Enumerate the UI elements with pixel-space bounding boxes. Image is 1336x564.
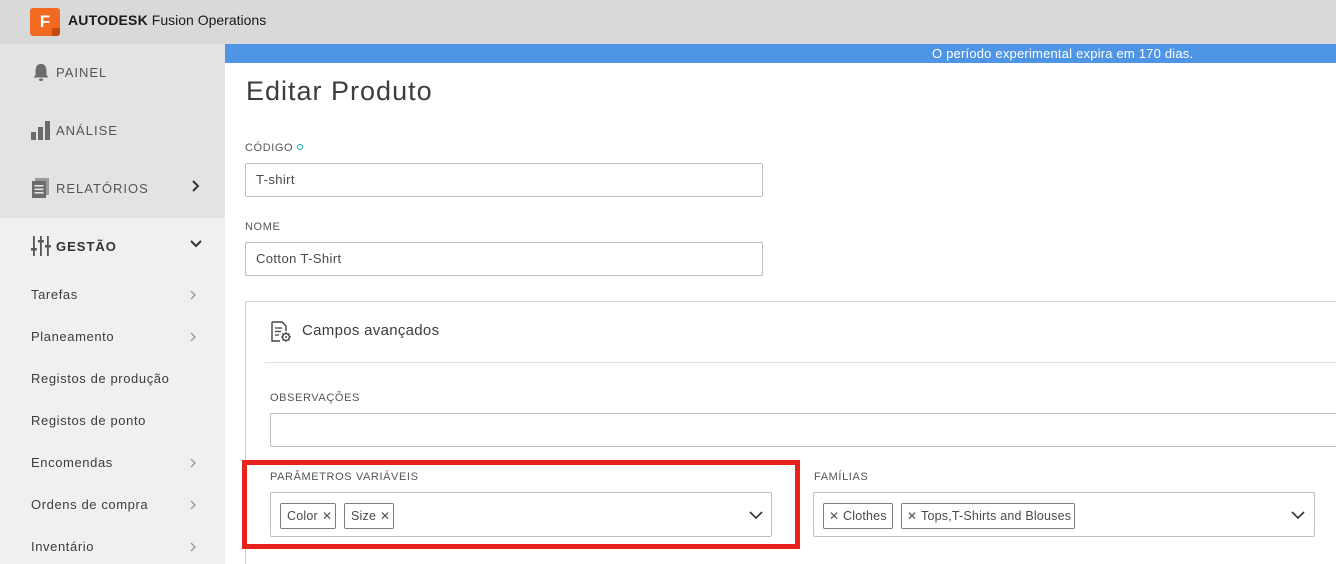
- trial-banner-text: O período experimental expira em 170 dia…: [932, 46, 1194, 61]
- remove-chip-icon[interactable]: ✕: [907, 504, 917, 528]
- sidebar-item-label: RELATÓRIOS: [56, 181, 149, 196]
- bar-chart-icon: [31, 121, 50, 140]
- name-label: NOME: [245, 221, 281, 233]
- chevron-right-icon: [190, 542, 196, 552]
- chevron-right-icon: [190, 290, 196, 300]
- document-settings-icon: [271, 321, 291, 342]
- sidebar-subitem-label: Registos de ponto: [31, 413, 146, 428]
- sidebar-subitem-planeamento[interactable]: Planeamento: [0, 316, 225, 358]
- sidebar-item-label: GESTÃO: [56, 239, 117, 254]
- sidebar-subitem-registos-producao[interactable]: Registos de produção: [0, 358, 225, 400]
- sidebar-subitem-encomendas[interactable]: Encomendas: [0, 442, 225, 484]
- top-bar: F AUTODESK Fusion Operations: [0, 0, 1336, 44]
- chip-clothes: ✕ Clothes: [823, 503, 893, 529]
- code-label: CÓDIGO: [245, 142, 304, 154]
- remove-chip-icon[interactable]: ✕: [829, 504, 839, 528]
- trial-banner: O período experimental expira em 170 dia…: [225, 44, 1336, 63]
- code-field[interactable]: T-shirt: [245, 163, 763, 197]
- code-label-text: CÓDIGO: [245, 142, 294, 154]
- sidebar-item-label: PAINEL: [56, 65, 108, 80]
- sidebar-subitem-registos-ponto[interactable]: Registos de ponto: [0, 400, 225, 442]
- sidebar-item-label: ANÁLISE: [56, 123, 118, 138]
- sidebar-subitem-inventario[interactable]: Inventário: [0, 526, 225, 564]
- page-title: Editar Produto: [246, 76, 433, 106]
- product-name: Fusion Operations: [151, 12, 267, 28]
- notes-field[interactable]: [270, 413, 1336, 447]
- sidebar-subitem-tarefas[interactable]: Tarefas: [0, 274, 225, 316]
- highlight-box: [242, 460, 800, 549]
- chevron-down-icon: [190, 240, 202, 248]
- sidebar-subitem-label: Tarefas: [31, 287, 78, 302]
- chevron-right-icon: [190, 458, 196, 468]
- sidebar-subitem-label: Inventário: [31, 539, 95, 554]
- sidebar-subitem-label: Encomendas: [31, 455, 113, 470]
- families-select[interactable]: ✕ Clothes ✕ Tops,T-Shirts and Blouses: [813, 492, 1315, 537]
- sidebar-item-relatorios[interactable]: RELATÓRIOS: [0, 160, 225, 218]
- families-label: FAMÍLIAS: [814, 471, 869, 483]
- sidebar-subitem-label: Registos de produção: [31, 371, 170, 386]
- chevron-right-icon: [190, 332, 196, 342]
- advanced-fields-title: Campos avançados: [302, 322, 440, 339]
- name-field[interactable]: Cotton T-Shirt: [245, 242, 763, 276]
- chip-label: Tops,T-Shirts and Blouses: [921, 509, 1072, 523]
- chip-label: Clothes: [843, 509, 887, 523]
- sidebar-subitem-ordens-compra[interactable]: Ordens de compra: [0, 484, 225, 526]
- sidebar-item-analise[interactable]: ANÁLISE: [0, 102, 225, 160]
- sidebar: PAINEL ANÁLISE RELATÓRIOS GESTÃO Tarefas…: [0, 44, 225, 564]
- sidebar-subitem-label: Planeamento: [31, 329, 115, 344]
- required-indicator-icon: [297, 144, 304, 150]
- sliders-icon: [31, 236, 51, 256]
- chip-tops: ✕ Tops,T-Shirts and Blouses: [901, 503, 1075, 529]
- divider: [265, 362, 1336, 363]
- sidebar-item-painel[interactable]: PAINEL: [0, 44, 225, 102]
- brand-name: AUTODESK: [68, 12, 148, 28]
- app-title: AUTODESK Fusion Operations: [68, 12, 266, 28]
- notes-label: OBSERVAÇÕES: [270, 392, 360, 404]
- chevron-right-icon: [192, 180, 200, 192]
- report-icon: [32, 178, 49, 198]
- fusion-logo-icon: F: [30, 8, 60, 36]
- bell-icon: [33, 64, 49, 81]
- chevron-down-icon[interactable]: [1291, 510, 1305, 520]
- sidebar-subitem-label: Ordens de compra: [31, 497, 149, 512]
- chevron-right-icon: [190, 500, 196, 510]
- sidebar-item-gestao[interactable]: GESTÃO: [0, 218, 225, 276]
